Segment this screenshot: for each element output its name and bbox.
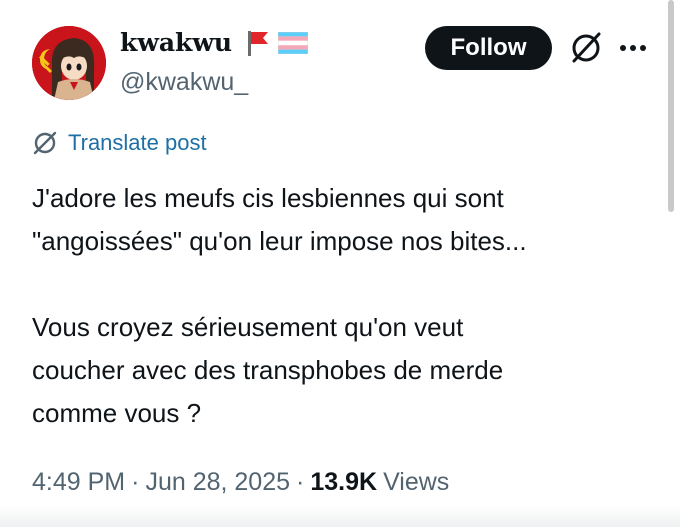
post-date[interactable]: Jun 28, 2025 [145,468,290,497]
transgender-flag-icon [278,32,308,54]
avatar[interactable] [32,26,106,100]
follow-button[interactable]: Follow [425,26,552,70]
display-name[interactable]: kwakwu [120,28,232,57]
meta-separator: · [131,468,140,496]
user-handle[interactable]: @kwakwu_ [120,68,248,97]
views-label: Views [383,468,450,496]
bottom-edge [0,506,680,527]
red-flag-icon [248,31,268,56]
more-dots-icon[interactable] [618,42,648,54]
post-text: J'adore les meufs cis lesbiennes qui son… [32,183,527,428]
meta-separator: · [296,468,305,496]
post-meta: 4:49 PM · Jun 28, 2025 · 13.9K Views [32,468,449,497]
views-count: 13.9K [310,468,378,496]
anime-girl-avatar-icon [32,26,106,100]
profile-flags [246,30,308,56]
translate-post-label: Translate post [68,130,207,155]
post-time[interactable]: 4:49 PM [32,468,125,497]
translate-post-link[interactable]: Translate post [32,130,207,156]
grok-icon[interactable] [568,30,604,66]
globe-slash-icon [33,131,57,155]
scrollbar[interactable] [668,0,674,212]
